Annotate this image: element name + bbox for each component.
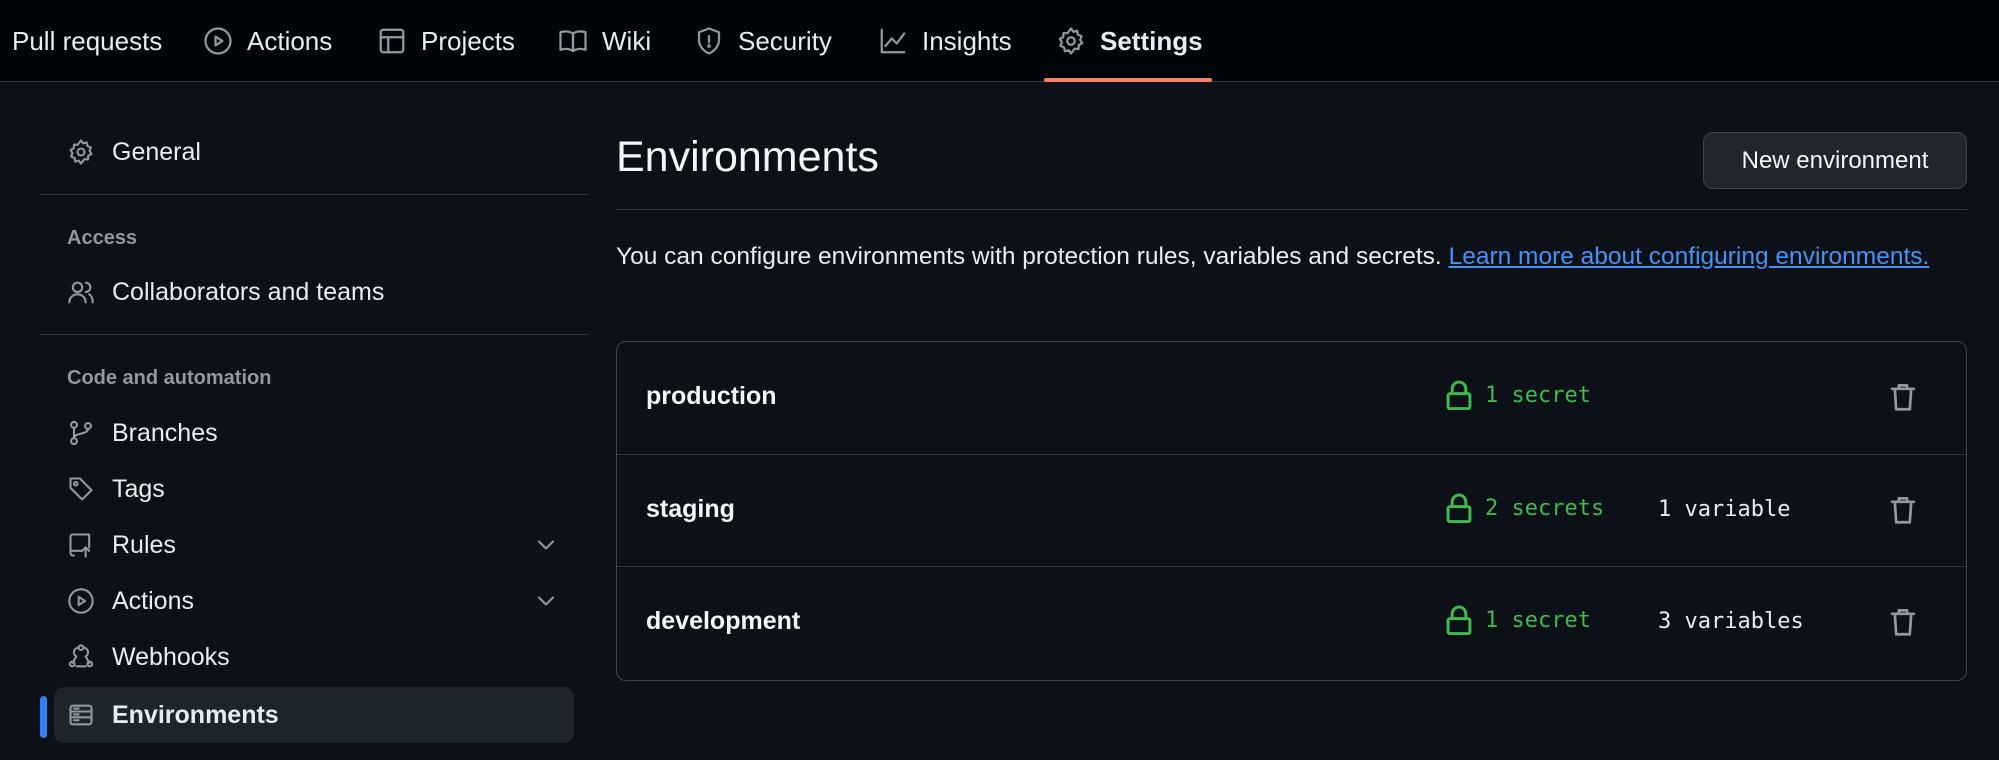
- sidebar-item-label: Tags: [112, 474, 165, 503]
- sidebar-item-tags[interactable]: Tags: [54, 461, 574, 517]
- server-icon: [69, 704, 93, 726]
- environment-row-production: production 1 secret: [617, 342, 1966, 454]
- sidebar-item-rules[interactable]: Rules: [54, 517, 574, 573]
- delete-environment-button[interactable]: [1887, 493, 1919, 527]
- sidebar-item-label: Environments: [112, 700, 279, 729]
- secrets-label: 2 secrets: [1485, 495, 1605, 521]
- secrets-count: 1 secret: [1445, 380, 1591, 410]
- chevron-down-icon[interactable]: [532, 587, 560, 615]
- variables-count: 3 variables: [1658, 609, 1804, 634]
- tab-pull-requests[interactable]: Pull requests: [12, 0, 162, 82]
- new-environment-button[interactable]: New environment: [1703, 132, 1967, 189]
- sidebar-item-general[interactable]: General: [54, 124, 574, 180]
- sidebar-item-environments[interactable]: Environments: [54, 687, 574, 743]
- gear-icon: [1058, 27, 1084, 55]
- variables-count: 1 variable: [1658, 497, 1791, 522]
- sidebar-item-actions[interactable]: Actions: [54, 573, 574, 629]
- secrets-count: 2 secrets: [1445, 493, 1604, 523]
- repo-nav: Pull requests Actions Projects Wiki Secu…: [0, 0, 1999, 82]
- tag-icon: [69, 477, 93, 501]
- gear-icon: [69, 139, 93, 165]
- secrets-label: 1 secret: [1485, 382, 1591, 408]
- lock-icon: [1446, 605, 1472, 635]
- sidebar-item-label: General: [112, 137, 201, 166]
- table-icon: [379, 28, 405, 54]
- chevron-down-icon[interactable]: [532, 531, 560, 559]
- sidebar-divider: [40, 334, 588, 335]
- sidebar-item-label: Collaborators and teams: [112, 277, 385, 306]
- trash-icon: [1890, 609, 1916, 636]
- environment-name-link[interactable]: development: [646, 607, 800, 636]
- tab-actions[interactable]: Actions: [203, 0, 332, 82]
- sidebar-item-webhooks[interactable]: Webhooks: [54, 629, 574, 685]
- environments-list: production 1 secret staging 2 secrets 1 …: [616, 341, 1967, 681]
- environment-name-link[interactable]: staging: [646, 495, 735, 524]
- active-tab-underline: [1044, 78, 1212, 82]
- tab-label: Pull requests: [12, 25, 163, 56]
- shield-icon: [697, 27, 721, 55]
- play-icon: [204, 27, 232, 55]
- tab-wiki[interactable]: Wiki: [558, 0, 651, 82]
- tab-label: Actions: [247, 25, 333, 56]
- page-title: Environments: [616, 133, 879, 181]
- graph-icon: [880, 28, 906, 54]
- settings-sidebar: General Access Collaborators and teams C…: [0, 83, 600, 760]
- tab-label: Projects: [421, 25, 515, 56]
- tab-label: Settings: [1100, 25, 1203, 56]
- selected-indicator: [40, 696, 47, 738]
- secrets-count: 1 secret: [1445, 605, 1591, 635]
- sidebar-item-label: Branches: [112, 418, 218, 447]
- environment-name-link[interactable]: production: [646, 382, 777, 411]
- tab-label: Security: [738, 25, 832, 56]
- tab-insights[interactable]: Insights: [878, 0, 1012, 82]
- tab-settings[interactable]: Settings: [1056, 0, 1203, 82]
- environment-row-staging: staging 2 secrets 1 variable: [617, 454, 1966, 566]
- description-text: You can configure environments with prot…: [616, 243, 1442, 270]
- lock-icon: [1446, 493, 1472, 523]
- book-icon: [559, 30, 587, 53]
- tab-label: Insights: [922, 25, 1012, 56]
- sidebar-item-branches[interactable]: Branches: [54, 405, 574, 461]
- learn-more-link[interactable]: Learn more about configuring environment…: [1449, 243, 1930, 270]
- environment-row-development: development 1 secret 3 variables: [617, 566, 1966, 678]
- sidebar-item-label: Webhooks: [112, 642, 230, 671]
- delete-environment-button[interactable]: [1887, 605, 1919, 639]
- sidebar-item-label: Actions: [112, 586, 194, 615]
- lock-icon: [1446, 380, 1472, 410]
- play-icon: [68, 588, 94, 614]
- git-branch-icon: [70, 420, 92, 446]
- sidebar-divider: [40, 194, 588, 195]
- sidebar-item-label: Rules: [112, 530, 176, 559]
- trash-icon: [1890, 497, 1916, 524]
- trash-icon: [1890, 384, 1916, 411]
- repo-push-icon: [69, 533, 91, 558]
- sidebar-item-collaborators[interactable]: Collaborators and teams: [54, 264, 574, 320]
- sidebar-heading-code-automation: Code and automation: [67, 367, 272, 389]
- tab-security[interactable]: Security: [694, 0, 832, 82]
- tab-projects[interactable]: Projects: [377, 0, 515, 82]
- people-icon: [68, 281, 94, 304]
- page-description: You can configure environments with prot…: [616, 238, 1966, 275]
- secrets-label: 1 secret: [1485, 607, 1591, 633]
- delete-environment-button[interactable]: [1887, 380, 1919, 414]
- sidebar-heading-access: Access: [67, 227, 138, 249]
- webhook-icon: [68, 644, 94, 668]
- title-divider: [616, 209, 1967, 210]
- tab-label: Wiki: [602, 25, 652, 56]
